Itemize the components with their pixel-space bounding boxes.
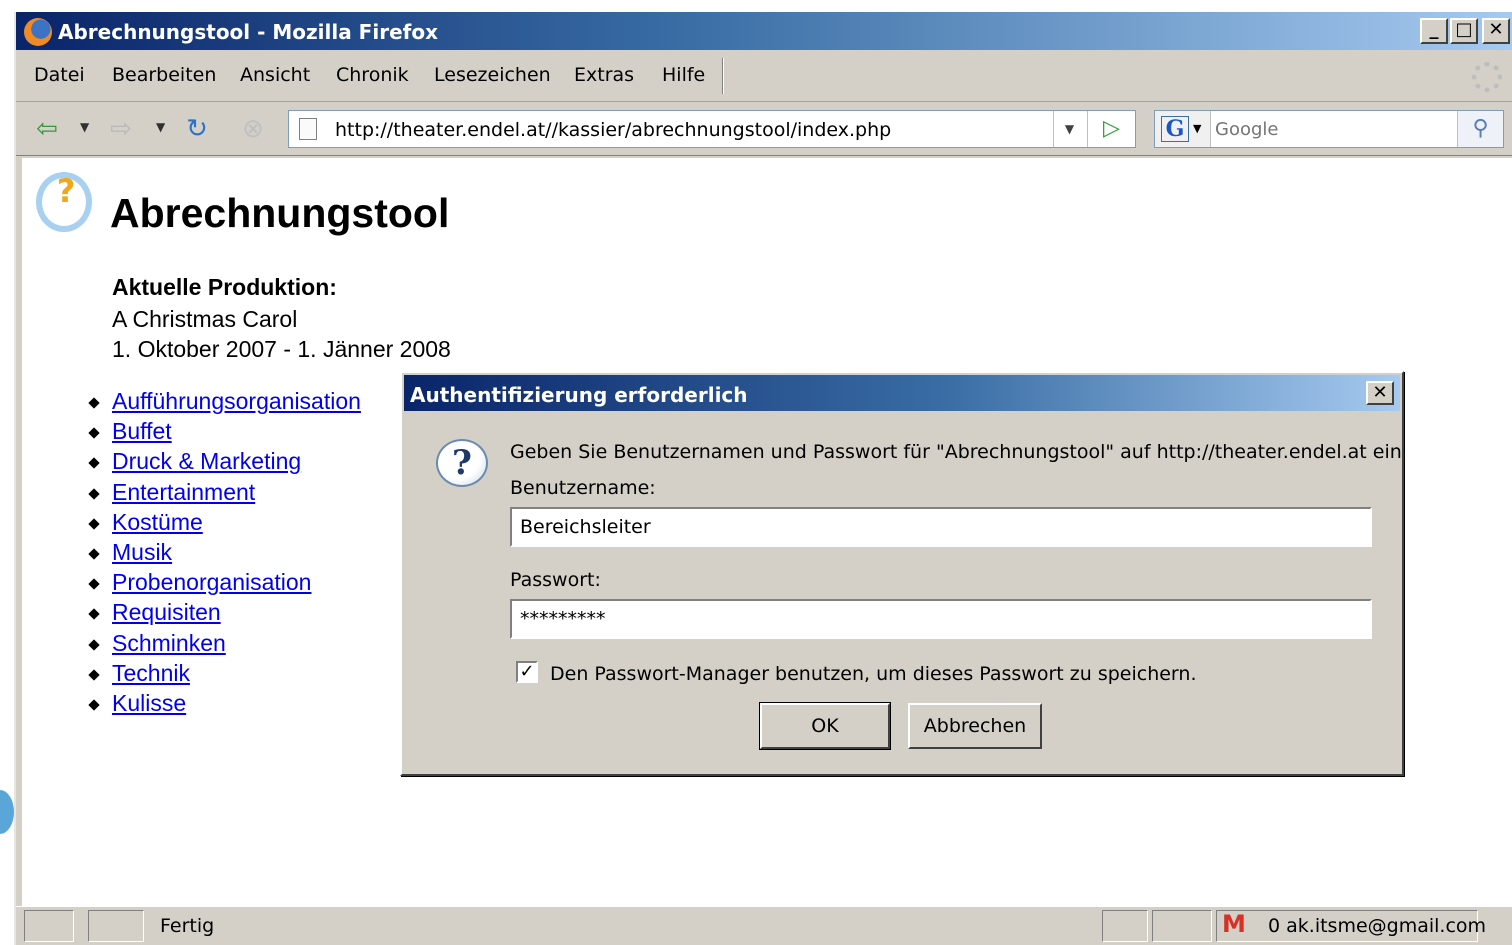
pen-icon[interactable] — [88, 910, 144, 942]
security-status-icon[interactable] — [1152, 910, 1212, 942]
ok-button[interactable]: OK — [759, 702, 891, 750]
list-item: Schminken — [86, 630, 361, 660]
link-buffet[interactable]: Buffet — [112, 418, 172, 444]
menu-lesezeichen[interactable]: Lesezeichen — [434, 64, 551, 86]
back-history-dropdown[interactable]: ▼ — [80, 120, 89, 134]
list-item: Druck & Marketing — [86, 448, 361, 478]
password-field[interactable] — [510, 599, 1372, 639]
forward-history-dropdown[interactable]: ▼ — [156, 120, 165, 134]
list-item: Buffet — [86, 418, 361, 448]
menu-chronik[interactable]: Chronik — [336, 64, 409, 86]
search-icon[interactable]: ⚲ — [1457, 111, 1503, 147]
username-field[interactable] — [510, 507, 1372, 547]
firefox-icon — [24, 18, 52, 46]
search-input[interactable] — [1215, 117, 1445, 141]
dialog-message: Geben Sie Benutzernamen und Passwort für… — [510, 441, 1402, 463]
url-bar[interactable]: http://theater.endel.at//kassier/abrechn… — [288, 110, 1136, 148]
password-label: Passwort: — [510, 569, 601, 591]
link-musik[interactable]: Musik — [112, 539, 172, 565]
cancel-button[interactable]: Abbrechen — [908, 703, 1042, 749]
menu-bearbeiten[interactable]: Bearbeiten — [112, 64, 216, 86]
throbber-icon — [1472, 62, 1502, 92]
menu-hilfe[interactable]: Hilfe — [662, 64, 705, 86]
status-text: Fertig — [160, 915, 215, 937]
link-druck-marketing[interactable]: Druck & Marketing — [112, 448, 301, 474]
title-bar: Abrechnungstool - Mozilla Firefox _ □ ✕ — [16, 12, 1512, 50]
link-entertainment[interactable]: Entertainment — [112, 479, 255, 505]
list-item: Aufführungsorganisation — [86, 388, 361, 418]
production-label: Aktuelle Produktion: — [112, 274, 337, 300]
list-item: Musik — [86, 539, 361, 569]
page-title: Abrechnungstool — [110, 190, 450, 236]
decorative-orb — [0, 790, 14, 834]
link-requisiten[interactable]: Requisiten — [112, 599, 221, 625]
page-icon — [299, 118, 317, 140]
ruler-icon[interactable] — [24, 910, 74, 942]
google-icon: G — [1161, 116, 1189, 142]
status-bar: Fertig M 0 ak.itsme@gmail.com — [16, 906, 1512, 945]
minimize-button[interactable]: _ — [1420, 18, 1448, 44]
close-window-button[interactable]: ✕ — [1482, 18, 1510, 44]
production-dates: 1. Oktober 2007 - 1. Jänner 2008 — [112, 336, 451, 362]
dialog-title: Authentifizierung erforderlich — [410, 383, 748, 407]
navigation-toolbar: ⇦ ▼ ⇨ ▼ ↻ ⊗ http://theater.endel.at//kas… — [16, 104, 1512, 156]
list-item: Entertainment — [86, 479, 361, 509]
forward-arrow-icon[interactable]: ⇨ — [106, 114, 136, 144]
menu-separator — [722, 58, 724, 94]
url-text[interactable]: http://theater.endel.at//kassier/abrechn… — [335, 119, 891, 141]
question-icon: ? — [436, 439, 488, 487]
menu-bar: Datei Bearbeiten Ansicht Chronik Lesezei… — [16, 52, 1512, 102]
menu-extras[interactable]: Extras — [574, 64, 634, 86]
list-item: Probenorganisation — [86, 569, 361, 599]
help-logo-icon: ? — [36, 172, 92, 232]
link-probenorganisation[interactable]: Probenorganisation — [112, 569, 311, 595]
menu-ansicht[interactable]: Ansicht — [240, 64, 310, 86]
auth-dialog: Authentifizierung erforderlich ✕ ? Geben… — [400, 371, 1404, 776]
gmail-account[interactable]: 0 ak.itsme@gmail.com — [1268, 915, 1486, 937]
stop-icon[interactable]: ⊗ — [238, 114, 268, 144]
production-name: A Christmas Carol — [112, 306, 298, 332]
dialog-title-bar: Authentifizierung erforderlich ✕ — [404, 375, 1400, 411]
department-list: Aufführungsorganisation Buffet Druck & M… — [86, 388, 361, 720]
link-kulisse[interactable]: Kulisse — [112, 690, 186, 716]
firefox-status-icon[interactable] — [1102, 910, 1148, 942]
link-technik[interactable]: Technik — [112, 660, 190, 686]
window-title: Abrechnungstool - Mozilla Firefox — [58, 20, 438, 44]
username-label: Benutzername: — [510, 477, 656, 499]
list-item: Kostüme — [86, 509, 361, 539]
link-kostueme[interactable]: Kostüme — [112, 509, 203, 535]
link-schminken[interactable]: Schminken — [112, 630, 226, 656]
maximize-button[interactable]: □ — [1450, 18, 1478, 44]
gmail-icon: M — [1222, 910, 1246, 938]
remember-password-checkbox[interactable]: ✓ — [516, 661, 538, 683]
search-box[interactable]: G ▼ ⚲ — [1154, 110, 1504, 148]
menu-datei[interactable]: Datei — [34, 64, 85, 86]
list-item: Kulisse — [86, 690, 361, 720]
chevron-down-icon: ▼ — [1193, 122, 1202, 135]
remember-password-label[interactable]: Den Passwort-Manager benutzen, um dieses… — [550, 663, 1197, 685]
url-dropdown-icon[interactable]: ▼ — [1053, 111, 1085, 147]
back-arrow-icon[interactable]: ⇦ — [32, 114, 62, 144]
dialog-close-button[interactable]: ✕ — [1366, 381, 1394, 405]
link-auffuehrungsorganisation[interactable]: Aufführungsorganisation — [112, 388, 361, 414]
go-icon[interactable]: ▷ — [1087, 111, 1135, 147]
list-item: Requisiten — [86, 599, 361, 629]
search-engine-selector[interactable]: G ▼ — [1155, 111, 1211, 147]
list-item: Technik — [86, 660, 361, 690]
reload-icon[interactable]: ↻ — [182, 114, 212, 144]
